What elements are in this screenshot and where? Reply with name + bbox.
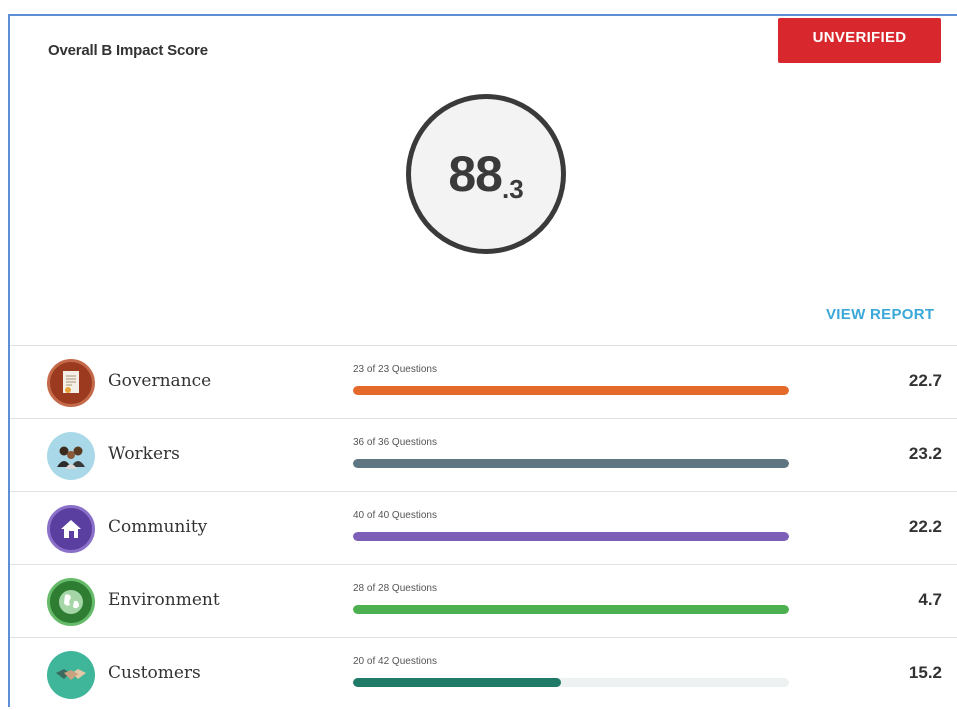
progress-fill — [353, 605, 789, 614]
progress-fill — [353, 532, 789, 541]
view-report-link[interactable]: VIEW REPORT — [826, 306, 934, 323]
status-badge: UNVERIFIED — [778, 18, 941, 63]
questions-count: 20 of 42 Questions — [353, 656, 437, 667]
questions-count: 36 of 36 Questions — [353, 437, 437, 448]
category-row-community[interactable]: Community 40 of 40 Questions 22.2 — [10, 491, 957, 564]
category-list: Governance 23 of 23 Questions 22.7 Worke… — [10, 345, 957, 710]
category-label: Community — [108, 517, 208, 537]
questions-count: 40 of 40 Questions — [353, 510, 437, 521]
questions-count: 23 of 23 Questions — [353, 364, 437, 375]
certificate-icon — [47, 359, 95, 407]
category-row-environment[interactable]: Environment 28 of 28 Questions 4.7 — [10, 564, 957, 637]
category-score: 23.2 — [908, 444, 942, 463]
category-label: Environment — [108, 590, 220, 610]
score-card: Overall B Impact Score UNVERIFIED 88.3 V… — [8, 14, 957, 707]
category-row-governance[interactable]: Governance 23 of 23 Questions 22.7 — [10, 345, 957, 418]
score-circle: 88.3 — [406, 94, 566, 254]
people-icon — [47, 432, 95, 480]
category-score: 22.7 — [908, 371, 942, 390]
score-decimal: .3 — [501, 174, 524, 204]
progress-bar — [353, 386, 789, 395]
progress-fill — [353, 459, 789, 468]
page-title: Overall B Impact Score — [48, 42, 208, 59]
questions-count: 28 of 28 Questions — [353, 583, 437, 594]
progress-bar — [353, 678, 789, 687]
category-row-customers[interactable]: Customers 20 of 42 Questions 15.2 — [10, 637, 957, 710]
progress-fill — [353, 386, 789, 395]
progress-fill — [353, 678, 561, 687]
category-label: Customers — [108, 663, 201, 683]
category-label: Governance — [108, 371, 212, 391]
progress-bar — [353, 605, 789, 614]
category-row-workers[interactable]: Workers 36 of 36 Questions 23.2 — [10, 418, 957, 491]
house-icon — [47, 505, 95, 553]
category-score: 4.7 — [918, 590, 942, 609]
progress-bar — [353, 459, 789, 468]
score-value: 88 — [448, 146, 503, 202]
category-score: 22.2 — [908, 517, 942, 536]
category-label: Workers — [108, 444, 180, 464]
category-score: 15.2 — [908, 663, 942, 682]
progress-bar — [353, 532, 789, 541]
globe-icon — [47, 578, 95, 626]
handshake-icon — [47, 651, 95, 699]
